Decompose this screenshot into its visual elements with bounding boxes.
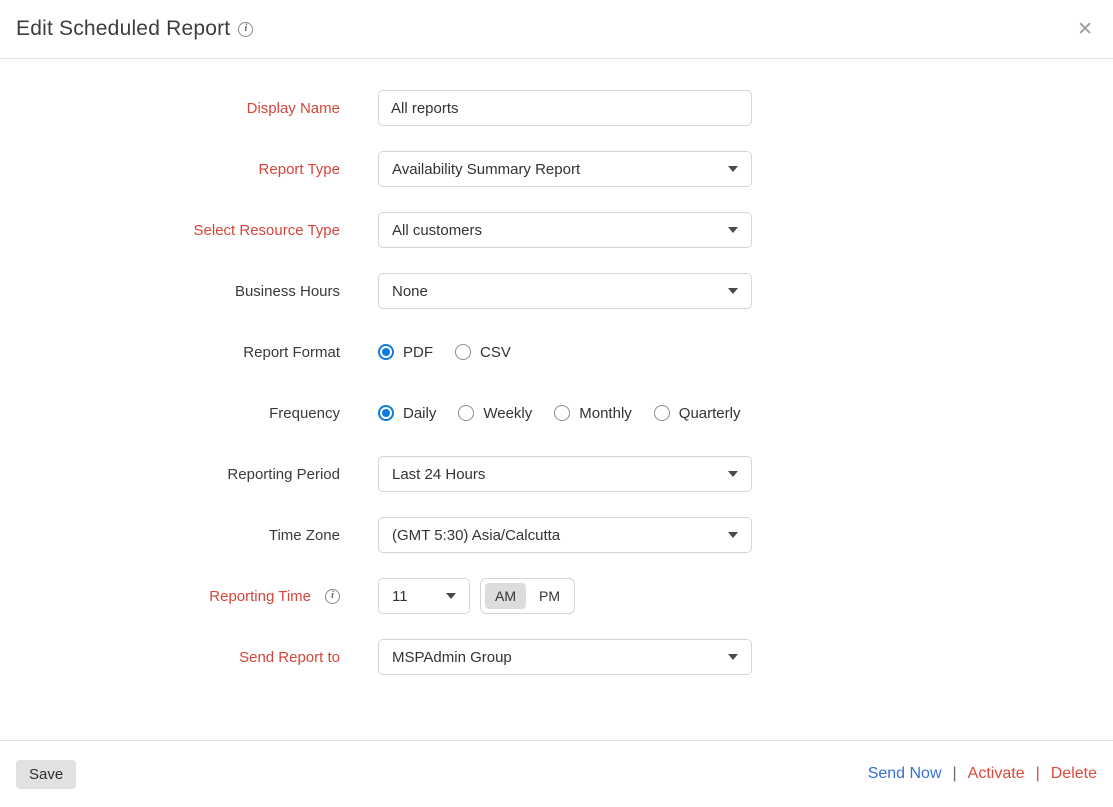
send-report-to-label: Send Report to xyxy=(0,649,340,666)
footer-links: Send Now | Activate | Delete xyxy=(868,765,1097,783)
form-row-display-name: Display Name xyxy=(0,90,1113,126)
form-row-frequency: Frequency Daily Weekly Monthly xyxy=(0,395,1113,431)
frequency-label: Frequency xyxy=(0,405,340,422)
form-row-reporting-time: Reporting Time i 11 AM PM xyxy=(0,578,1113,614)
chevron-down-icon xyxy=(728,532,738,538)
radio-label: Weekly xyxy=(483,405,532,422)
activate-link[interactable]: Activate xyxy=(968,765,1025,783)
report-format-radio-pdf[interactable]: PDF xyxy=(378,344,433,361)
radio-label: CSV xyxy=(480,344,511,361)
form-row-reporting-period: Reporting Period Last 24 Hours xyxy=(0,456,1113,492)
save-button[interactable]: Save xyxy=(16,760,76,789)
form-row-resource-type: Select Resource Type All customers xyxy=(0,212,1113,248)
frequency-radio-weekly[interactable]: Weekly xyxy=(458,405,532,422)
reporting-time-hour-select[interactable]: 11 xyxy=(378,578,470,614)
radio-unselected-icon xyxy=(455,344,471,360)
chevron-down-icon xyxy=(728,166,738,172)
reporting-period-label: Reporting Period xyxy=(0,466,340,483)
radio-unselected-icon xyxy=(654,405,670,421)
report-format-radio-csv[interactable]: CSV xyxy=(455,344,511,361)
report-format-radio-group: PDF CSV xyxy=(378,344,511,361)
time-zone-select[interactable]: (GMT 5:30) Asia/Calcutta xyxy=(378,517,752,553)
time-zone-value: (GMT 5:30) Asia/Calcutta xyxy=(392,527,560,544)
resource-type-select[interactable]: All customers xyxy=(378,212,752,248)
chevron-down-icon xyxy=(728,227,738,233)
delete-link[interactable]: Delete xyxy=(1051,765,1097,783)
display-name-input[interactable] xyxy=(378,90,752,126)
send-report-to-select[interactable]: MSPAdmin Group xyxy=(378,639,752,675)
chevron-down-icon xyxy=(446,593,456,599)
close-icon[interactable]: ✕ xyxy=(1073,18,1097,41)
time-zone-label: Time Zone xyxy=(0,527,340,544)
am-option[interactable]: AM xyxy=(485,583,526,609)
frequency-radio-group: Daily Weekly Monthly Quarterly xyxy=(378,405,740,422)
form-row-report-format: Report Format PDF CSV xyxy=(0,334,1113,370)
report-type-label: Report Type xyxy=(0,161,340,178)
reporting-period-select[interactable]: Last 24 Hours xyxy=(378,456,752,492)
reporting-time-label: Reporting Time i xyxy=(0,588,340,605)
business-hours-select[interactable]: None xyxy=(378,273,752,309)
dialog-header: Edit Scheduled Report i ✕ xyxy=(0,0,1113,59)
form-row-time-zone: Time Zone (GMT 5:30) Asia/Calcutta xyxy=(0,517,1113,553)
reporting-period-value: Last 24 Hours xyxy=(392,466,485,483)
resource-type-label: Select Resource Type xyxy=(0,222,340,239)
report-format-label: Report Format xyxy=(0,344,340,361)
frequency-radio-quarterly[interactable]: Quarterly xyxy=(654,405,741,422)
business-hours-value: None xyxy=(392,283,428,300)
radio-label: Daily xyxy=(403,405,436,422)
radio-selected-icon xyxy=(378,344,394,360)
hour-value: 11 xyxy=(392,588,408,605)
form-row-send-report-to: Send Report to MSPAdmin Group xyxy=(0,639,1113,675)
separator: | xyxy=(953,765,957,783)
edit-scheduled-report-dialog: Edit Scheduled Report i ✕ Display Name R… xyxy=(0,0,1113,807)
title-info-icon[interactable]: i xyxy=(238,22,253,37)
radio-label: Quarterly xyxy=(679,405,741,422)
meridiem-toggle: AM PM xyxy=(480,578,575,614)
form-row-report-type: Report Type Availability Summary Report xyxy=(0,151,1113,187)
pm-option[interactable]: PM xyxy=(529,583,570,609)
radio-label: Monthly xyxy=(579,405,632,422)
business-hours-label: Business Hours xyxy=(0,283,340,300)
chevron-down-icon xyxy=(728,654,738,660)
form-row-business-hours: Business Hours None xyxy=(0,273,1113,309)
radio-unselected-icon xyxy=(458,405,474,421)
frequency-radio-monthly[interactable]: Monthly xyxy=(554,405,632,422)
radio-unselected-icon xyxy=(554,405,570,421)
display-name-label: Display Name xyxy=(0,100,340,117)
radio-selected-icon xyxy=(378,405,394,421)
resource-type-value: All customers xyxy=(392,222,482,239)
send-report-to-value: MSPAdmin Group xyxy=(392,649,512,666)
frequency-radio-daily[interactable]: Daily xyxy=(378,405,436,422)
chevron-down-icon xyxy=(728,288,738,294)
report-type-value: Availability Summary Report xyxy=(392,161,580,178)
scheduled-report-form: Display Name Report Type Availability Su… xyxy=(0,59,1113,675)
separator: | xyxy=(1036,765,1040,783)
reporting-time-info-icon[interactable]: i xyxy=(325,589,340,604)
report-type-select[interactable]: Availability Summary Report xyxy=(378,151,752,187)
page-title: Edit Scheduled Report xyxy=(16,17,230,41)
chevron-down-icon xyxy=(728,471,738,477)
send-now-link[interactable]: Send Now xyxy=(868,765,942,783)
dialog-footer: Save Send Now | Activate | Delete xyxy=(0,740,1113,807)
radio-label: PDF xyxy=(403,344,433,361)
